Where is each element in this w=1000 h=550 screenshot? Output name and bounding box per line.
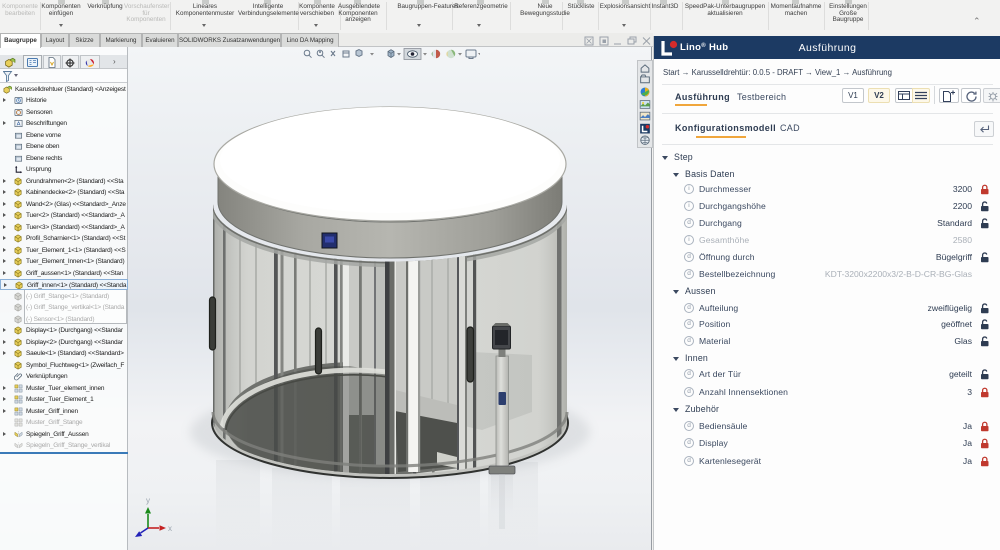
svg-text:A: A <box>17 122 21 128</box>
svg-text:x: x <box>168 524 172 533</box>
svg-text:y: y <box>146 496 150 505</box>
